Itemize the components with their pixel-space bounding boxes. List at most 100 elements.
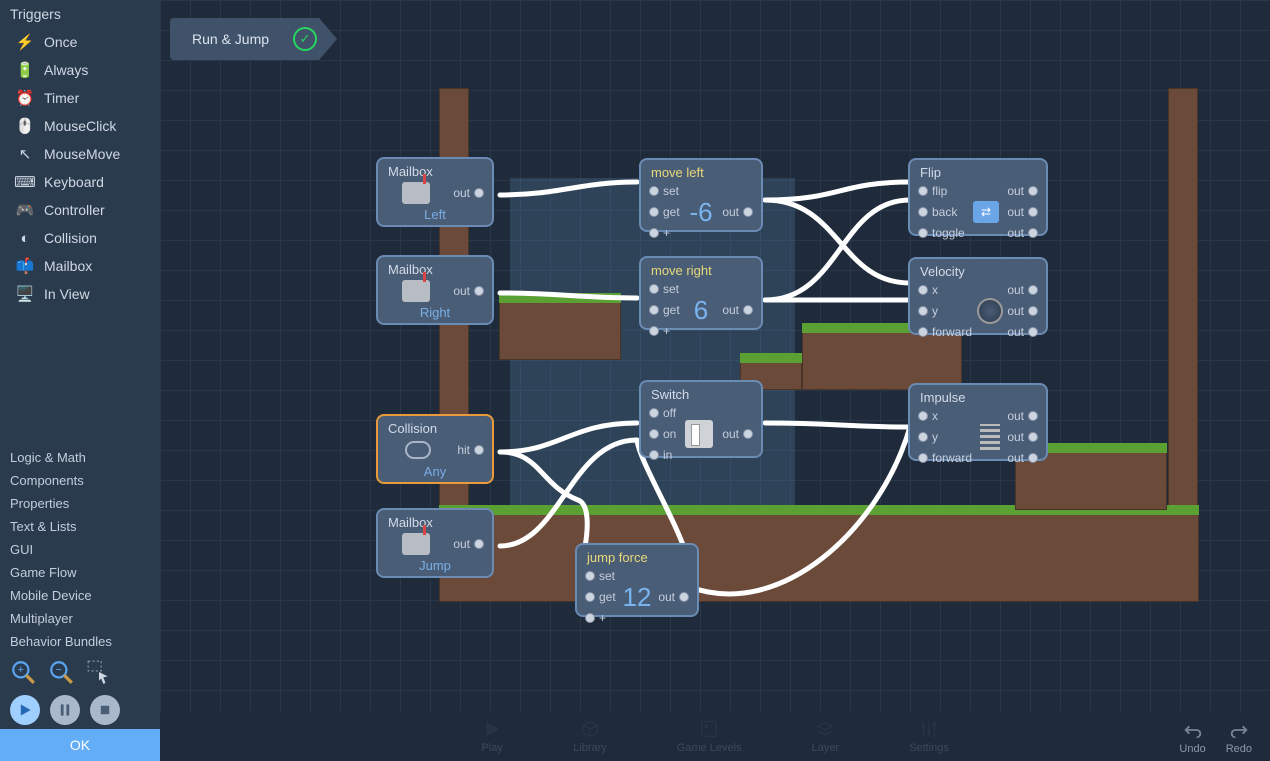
collision-icon xyxy=(405,441,431,459)
sidebar-item-label: Controller xyxy=(44,202,105,218)
node-title: Switch xyxy=(641,382,761,404)
sidebar-category[interactable]: Mobile Device xyxy=(0,584,160,607)
value[interactable]: 6 xyxy=(694,295,708,326)
mailbox-icon xyxy=(402,533,430,555)
sidebar-item-keyboard[interactable]: ⌨Keyboard xyxy=(0,168,160,196)
sidebar-item-always[interactable]: 🔋 Always xyxy=(0,56,160,84)
sidebar-item-label: Always xyxy=(44,62,88,78)
node-title: jump force xyxy=(577,545,697,567)
pause-button[interactable] xyxy=(50,695,80,725)
node-title: Mailbox xyxy=(378,159,492,181)
sidebar-item-label: MouseClick xyxy=(44,118,116,134)
node-collision[interactable]: Collision hit Any xyxy=(376,414,494,484)
bottom-settings[interactable]: Settings xyxy=(909,718,949,754)
bg-grass xyxy=(499,293,621,303)
node-foot[interactable]: Jump xyxy=(378,555,492,576)
redo-button[interactable]: Redo xyxy=(1226,719,1252,755)
node-move-right[interactable]: move right set get + 6 out xyxy=(639,256,763,330)
trigger-icon: ◐ xyxy=(16,229,34,247)
bg-tile xyxy=(1168,88,1198,508)
stop-button[interactable] xyxy=(90,695,120,725)
bottom-play[interactable]: Play xyxy=(481,718,503,754)
sidebar-item-label: Mailbox xyxy=(44,258,92,274)
trigger-icon: 📫 xyxy=(16,257,34,275)
node-title: Mailbox xyxy=(378,510,492,532)
bottom-levels[interactable]: Game Levels xyxy=(677,718,742,754)
gauge-icon xyxy=(977,298,1003,324)
node-jump-force[interactable]: jump force set get + 12 out xyxy=(575,543,699,617)
sidebar-item-label: Timer xyxy=(44,90,79,106)
bg-tile xyxy=(499,298,621,360)
sidebar-category[interactable]: Text & Lists xyxy=(0,515,160,538)
select-tool-icon[interactable] xyxy=(86,659,112,685)
bottom-library[interactable]: Library xyxy=(573,718,607,754)
node-switch[interactable]: Switch off on in out xyxy=(639,380,763,458)
undo-button[interactable]: Undo xyxy=(1179,719,1205,755)
switch-icon xyxy=(685,420,713,448)
sidebar-item-label: Collision xyxy=(44,230,97,246)
node-foot[interactable]: Left xyxy=(378,204,492,225)
node-title: Collision xyxy=(378,416,492,438)
bottom-bar: Play Library Game Levels Layer Settings … xyxy=(160,711,1270,761)
sidebar-item-label: MouseMove xyxy=(44,146,120,162)
ok-button[interactable]: OK xyxy=(0,729,160,761)
node-title: move left xyxy=(641,160,761,182)
sidebar-category[interactable]: Multiplayer xyxy=(0,607,160,630)
svg-text:+: + xyxy=(18,664,24,676)
sidebar-item-mousemove[interactable]: ↖ MouseMove xyxy=(0,140,160,168)
trigger-icon: 🎮 xyxy=(16,201,34,219)
value[interactable]: -6 xyxy=(689,197,712,228)
sidebar-item-mouseclick[interactable]: 🖱️ MouseClick xyxy=(0,112,160,140)
bottom-layer[interactable]: Layer xyxy=(812,718,840,754)
sidebar-item-label: Once xyxy=(44,34,77,50)
sidebar-category[interactable]: Behavior Bundles xyxy=(0,630,160,653)
trigger-icon: ⏰ xyxy=(16,89,34,107)
node-foot[interactable]: Any xyxy=(378,461,492,482)
node-mailbox-right[interactable]: Mailbox out Right xyxy=(376,255,494,325)
node-title: Velocity xyxy=(910,259,1046,281)
mailbox-icon xyxy=(402,280,430,302)
sidebar-category[interactable]: Properties xyxy=(0,492,160,515)
sidebar-item-controller[interactable]: 🎮 Controller xyxy=(0,196,160,224)
node-title: Mailbox xyxy=(378,257,492,279)
bg-tile xyxy=(439,510,1199,602)
trigger-icon: ⌨ xyxy=(16,173,34,191)
value[interactable]: 12 xyxy=(623,582,652,613)
node-flip[interactable]: Flip flip back toggle ⇄ out out out xyxy=(908,158,1048,236)
sidebar-category[interactable]: GUI xyxy=(0,538,160,561)
node-title: Flip xyxy=(910,160,1046,182)
node-mailbox-left[interactable]: Mailbox out Left xyxy=(376,157,494,227)
sidebar-item-collision[interactable]: ◐ Collision xyxy=(0,224,160,252)
zoom-tools: + − xyxy=(0,653,160,691)
svg-text:−: − xyxy=(56,664,62,676)
play-button[interactable] xyxy=(10,695,40,725)
trigger-icon: 🔋 xyxy=(16,61,34,79)
behavior-tab[interactable]: Run & Jump ✓ xyxy=(170,18,337,60)
spring-icon xyxy=(980,424,1000,450)
node-mailbox-jump[interactable]: Mailbox out Jump xyxy=(376,508,494,578)
sidebar-category[interactable]: Components xyxy=(0,469,160,492)
flip-icon: ⇄ xyxy=(973,201,999,223)
node-foot[interactable]: Right xyxy=(378,302,492,323)
sidebar-category[interactable]: Logic & Math xyxy=(0,446,160,469)
playback-controls xyxy=(0,691,160,729)
sidebar-item-mailbox[interactable]: 📫 Mailbox xyxy=(0,252,160,280)
node-title: Impulse xyxy=(910,385,1046,407)
trigger-icon: 🖥️ xyxy=(16,285,34,303)
mailbox-icon xyxy=(402,182,430,204)
sidebar-item-timer[interactable]: ⏰ Timer xyxy=(0,84,160,112)
node-velocity[interactable]: Velocity x y forward out out out xyxy=(908,257,1048,335)
trigger-icon: 🖱️ xyxy=(16,117,34,135)
zoom-in-icon[interactable]: + xyxy=(10,659,36,685)
sidebar-item-in view[interactable]: 🖥️In View xyxy=(0,280,160,308)
trigger-icon: ↖ xyxy=(16,145,34,163)
zoom-out-icon[interactable]: − xyxy=(48,659,74,685)
check-icon: ✓ xyxy=(293,27,317,51)
sidebar-category[interactable]: Game Flow xyxy=(0,561,160,584)
sidebar-item-once[interactable]: ⚡Once xyxy=(0,28,160,56)
sidebar-title: Triggers xyxy=(0,0,160,28)
node-title: move right xyxy=(641,258,761,280)
node-impulse[interactable]: Impulse x y forward out out out xyxy=(908,383,1048,461)
canvas[interactable]: Mailbox out Left Mailbox out Right Colli… xyxy=(160,0,1270,711)
node-move-left[interactable]: move left set get + -6 out xyxy=(639,158,763,232)
